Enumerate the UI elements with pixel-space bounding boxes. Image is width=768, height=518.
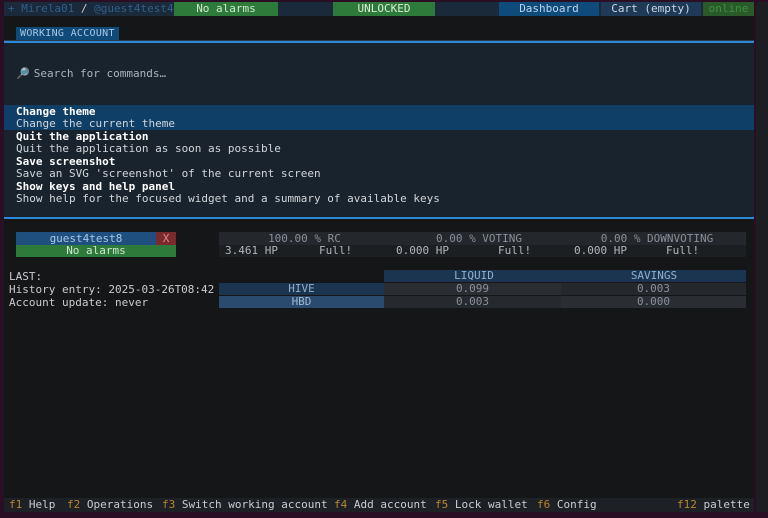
voting-hp: 0.000 HP	[396, 244, 449, 257]
command-list: Change theme Change the current theme Qu…	[4, 105, 754, 205]
command-item-save-screenshot[interactable]: Save screenshot Save an SVG 'screenshot'…	[4, 155, 754, 180]
profile-name: Mirela01	[21, 2, 75, 15]
command-description: Show help for the focused widget and a s…	[16, 192, 440, 205]
lock-status-indicator[interactable]: UNLOCKED	[333, 2, 435, 16]
account-update: Account update: never	[9, 296, 149, 309]
tab-bar: WORKING ACCOUNT	[4, 27, 754, 41]
account-alarms-indicator[interactable]: No alarms	[16, 245, 176, 257]
footer-keybar: f1 Help f2 Operations f3 Switch working …	[4, 498, 754, 512]
savings-value: 0.000	[561, 296, 746, 308]
alarms-indicator[interactable]: No alarms	[174, 2, 278, 16]
footer-item-config[interactable]: f6 Config	[537, 498, 597, 512]
command-description: Change the current theme	[16, 117, 175, 130]
footer-item-add-account[interactable]: f4 Add account	[334, 498, 427, 512]
history-entry: History entry: 2025-03-26T08:42	[9, 283, 215, 296]
liquid-value: 0.099	[384, 283, 561, 295]
command-item-change-theme[interactable]: Change theme Change the current theme	[4, 105, 754, 130]
balance-row-hbd: HBD 0.003 0.000	[219, 296, 746, 308]
rc-hp: 3.461 HP	[225, 244, 278, 257]
command-search[interactable]: 🔎 Search for commands…	[16, 67, 166, 81]
magnifier-icon: 🔎	[16, 67, 30, 80]
command-item-quit[interactable]: Quit the application Quit the applicatio…	[4, 130, 754, 155]
rc-status: Full!	[319, 244, 353, 257]
command-item-show-keys[interactable]: Show keys and help panel Show help for t…	[4, 180, 754, 205]
liquid-value: 0.003	[384, 296, 561, 308]
voting-status: Full!	[498, 244, 532, 257]
cart-button[interactable]: Cart (empty)	[601, 2, 701, 16]
balances-header: LIQUID SAVINGS	[384, 270, 746, 282]
command-palette: 🔎 Search for commands… Change theme Chang…	[4, 41, 754, 219]
profile-separator: /	[74, 2, 95, 15]
terminal-window: + Mirela01 / @guest4test4 No alarms UNLO…	[4, 2, 754, 512]
downvoting-status: Full!	[666, 244, 700, 257]
remove-account-button[interactable]: X	[156, 232, 176, 245]
last-label: LAST:	[9, 270, 43, 283]
profile-prefix: +	[8, 2, 22, 15]
footer-item-palette[interactable]: f12 palette	[677, 498, 750, 512]
command-description: Quit the application as soon as possible	[16, 142, 281, 155]
balance-row-hive: HIVE 0.099 0.003	[219, 283, 746, 295]
footer-item-lock-wallet[interactable]: f5 Lock wallet	[435, 498, 528, 512]
dashboard-button[interactable]: Dashboard	[499, 2, 599, 16]
vertical-scrollbar[interactable]	[756, 2, 768, 512]
footer-item-help[interactable]: f1 Help	[9, 498, 55, 512]
online-status: online	[703, 2, 754, 16]
liquid-header: LIQUID	[454, 269, 494, 282]
savings-value: 0.003	[561, 283, 746, 295]
downvoting-manabar: 0.00 % DOWNVOTING 0.000 HP Full!	[568, 232, 746, 257]
voting-manabar: 0.00 % VOTING 0.000 HP Full!	[390, 232, 568, 257]
savings-header: SAVINGS	[630, 269, 678, 282]
footer-item-operations[interactable]: f2 Operations	[67, 498, 153, 512]
profile-indicator[interactable]: + Mirela01 / @guest4test4	[4, 2, 174, 16]
command-description: Save an SVG 'screenshot' of the current …	[16, 167, 321, 180]
working-account-name: @guest4test4	[94, 2, 174, 15]
rc-manabar: 100.00 % RC 3.461 HP Full!	[219, 232, 390, 257]
tab-working-account[interactable]: WORKING ACCOUNT	[16, 27, 119, 40]
asset-name[interactable]: HIVE	[219, 283, 384, 295]
header-bar: + Mirela01 / @guest4test4 No alarms UNLO…	[4, 2, 754, 16]
footer-item-switch-account[interactable]: f3 Switch working account	[162, 498, 328, 512]
command-search-input[interactable]: Search for commands…	[34, 67, 166, 80]
asset-name[interactable]: HBD	[219, 296, 384, 308]
downvoting-hp: 0.000 HP	[574, 244, 627, 257]
